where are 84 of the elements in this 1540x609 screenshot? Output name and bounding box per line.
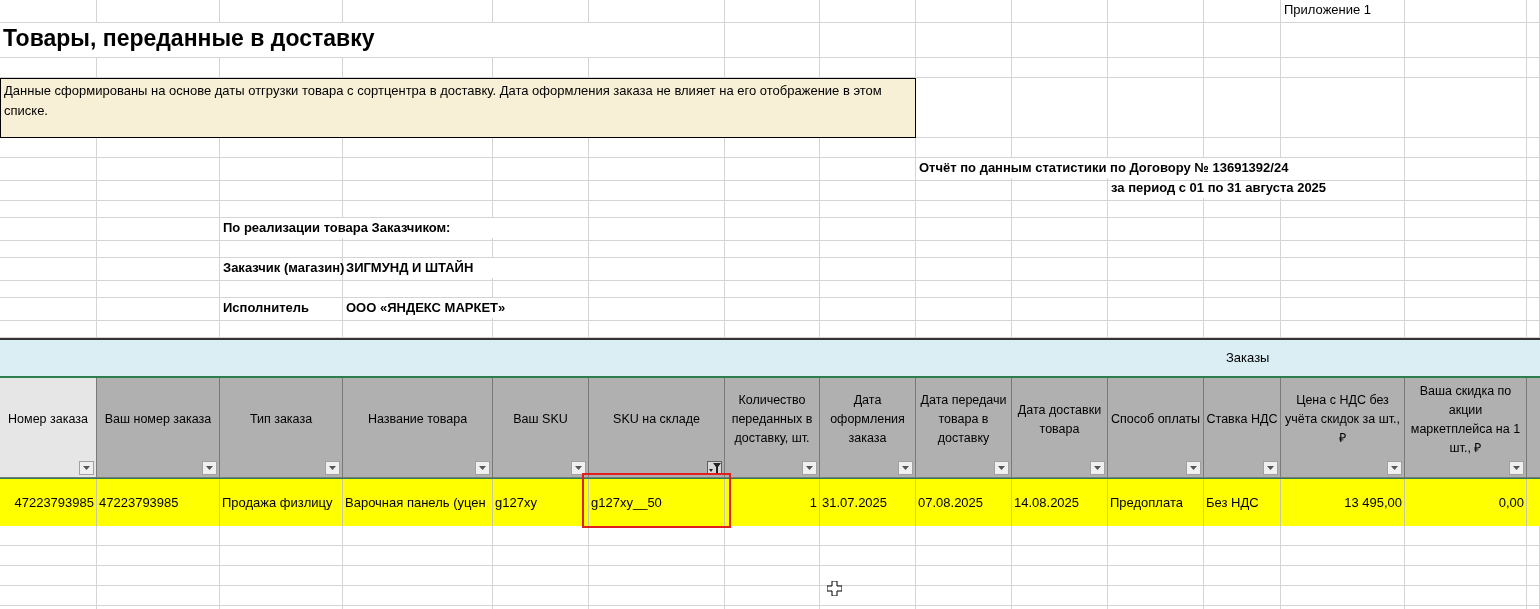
table-cell-text: Предоплата bbox=[1110, 493, 1183, 512]
filter-dropdown-button[interactable] bbox=[475, 461, 490, 475]
column-header-label: Дата оформления заказа bbox=[829, 392, 906, 447]
caret-icon bbox=[83, 466, 90, 470]
caret-icon bbox=[206, 466, 213, 470]
column-header-label: Количество переданных в доставку, шт. bbox=[730, 392, 814, 447]
grid-cell bbox=[1527, 526, 1540, 546]
table-cell-text: 07.08.2025 bbox=[918, 493, 984, 512]
column-header-label: Ваша скидка по акции маркетплейса на 1 шт., ₽ bbox=[1409, 382, 1522, 457]
caret-icon bbox=[1513, 466, 1520, 470]
table-cell-text: 14.08.2025 bbox=[1014, 493, 1080, 512]
filter-dropdown-button[interactable] bbox=[802, 461, 817, 475]
note-text: Данные сформированы на основе даты отгрузки товара с сортцентра в доставку. Дата оформления заказа не влияет на его отображение в этом списке. bbox=[4, 82, 883, 120]
caret-icon bbox=[1267, 466, 1274, 470]
filter-dropdown-button[interactable] bbox=[898, 461, 913, 475]
filter-dropdown-button[interactable] bbox=[571, 461, 586, 475]
filter-dropdown-button[interactable] bbox=[994, 461, 1009, 475]
customer-label: Заказчик (магазин) bbox=[223, 259, 345, 277]
group-header-text: Заказы bbox=[1226, 349, 1270, 368]
caret-icon bbox=[329, 466, 336, 470]
grid-cell bbox=[1527, 0, 1540, 23]
grid-cell bbox=[1527, 586, 1540, 606]
filter-dropdown-button[interactable] bbox=[1186, 461, 1201, 475]
column-header-label: SKU на складе bbox=[613, 411, 700, 428]
grid-cell bbox=[1527, 566, 1540, 586]
column-header-label: Ваш номер заказа bbox=[104, 411, 212, 428]
sheet-title: Товары, переданные в доставку bbox=[3, 23, 375, 53]
grid-cell bbox=[1527, 20, 1540, 58]
caret-icon bbox=[998, 466, 1005, 470]
caret-icon bbox=[1391, 466, 1398, 470]
table-cell-text: 0,00 bbox=[1498, 493, 1524, 512]
report-title: Отчёт по данным статистики по Договору № 13691392/24 bbox=[919, 159, 1289, 177]
filter-icon bbox=[708, 462, 721, 474]
column-header-label: Номер заказа bbox=[8, 411, 88, 428]
grid-cell bbox=[1527, 178, 1540, 201]
table-cell-text: 47223793985 bbox=[14, 493, 94, 512]
crosshair-cursor-icon bbox=[827, 581, 842, 596]
table-cell-text: g127xy bbox=[495, 493, 537, 512]
caret-icon bbox=[1094, 466, 1101, 470]
table-cell-text: Продажа физлицу bbox=[222, 493, 333, 512]
grid-cell bbox=[1527, 78, 1540, 138]
table-cell-text: 13 495,00 bbox=[1344, 493, 1402, 512]
table-cell-text: 1 bbox=[809, 493, 817, 512]
grid-cell bbox=[1527, 158, 1540, 181]
grid-cell bbox=[1527, 238, 1540, 258]
table-cell-text: Варочная панель (уцен bbox=[345, 493, 486, 512]
caret-icon bbox=[902, 466, 909, 470]
column-header-label: Тип заказа bbox=[249, 411, 313, 428]
grid-cell bbox=[1527, 546, 1540, 566]
column-header-label: Способ оплаты bbox=[1110, 411, 1201, 428]
grid-cell bbox=[1527, 58, 1540, 78]
filter-dropdown-button[interactable] bbox=[79, 461, 94, 475]
caret-icon bbox=[806, 466, 813, 470]
column-header-label: Ставка НДС bbox=[1206, 411, 1278, 428]
filter-dropdown-button[interactable] bbox=[325, 461, 340, 475]
grid-cell bbox=[1527, 198, 1540, 218]
grid-cell bbox=[1527, 258, 1540, 281]
table-cell-text: g127xy__50 bbox=[591, 493, 662, 512]
column-header-label: Цена с НДС без учёта скидок за шт., ₽ bbox=[1283, 392, 1402, 447]
executor-value: ООО «ЯНДЕКС МАРКЕТ» bbox=[346, 299, 506, 317]
column-header-label: Название товара bbox=[367, 411, 468, 428]
filter-dropdown-button[interactable] bbox=[202, 461, 217, 475]
filter-dropdown-button[interactable] bbox=[1387, 461, 1402, 475]
filter-dropdown-button[interactable] bbox=[1263, 461, 1278, 475]
caret-icon bbox=[575, 466, 582, 470]
grid-cell bbox=[1527, 278, 1540, 298]
section-heading: По реализации товара Заказчиком: bbox=[223, 219, 451, 237]
table-cell-text: 31.07.2025 bbox=[822, 493, 888, 512]
column-header-label: Дата передачи товара в доставку bbox=[919, 392, 1008, 447]
filter-dropdown-button[interactable] bbox=[1509, 461, 1524, 475]
report-period: за период с 01 по 31 августа 2025 bbox=[1111, 179, 1327, 197]
customer-value: ЗИГМУНД И ШТАЙН bbox=[346, 259, 474, 277]
table-cell-text: Без НДС bbox=[1206, 493, 1259, 512]
column-header-label: Ваш SKU bbox=[513, 411, 568, 428]
column-header-label: Дата доставки товара bbox=[1016, 401, 1103, 438]
grid-cell bbox=[1527, 298, 1540, 321]
appendix-label: Приложение 1 bbox=[1284, 1, 1372, 19]
grid-cell bbox=[1527, 138, 1540, 158]
table-cell-text: 47223793985 bbox=[99, 493, 179, 512]
caret-icon bbox=[479, 466, 486, 470]
grid-cell bbox=[1527, 218, 1540, 241]
filter-dropdown-button[interactable] bbox=[1090, 461, 1105, 475]
caret-icon bbox=[1190, 466, 1197, 470]
executor-label: Исполнитель bbox=[223, 299, 309, 317]
